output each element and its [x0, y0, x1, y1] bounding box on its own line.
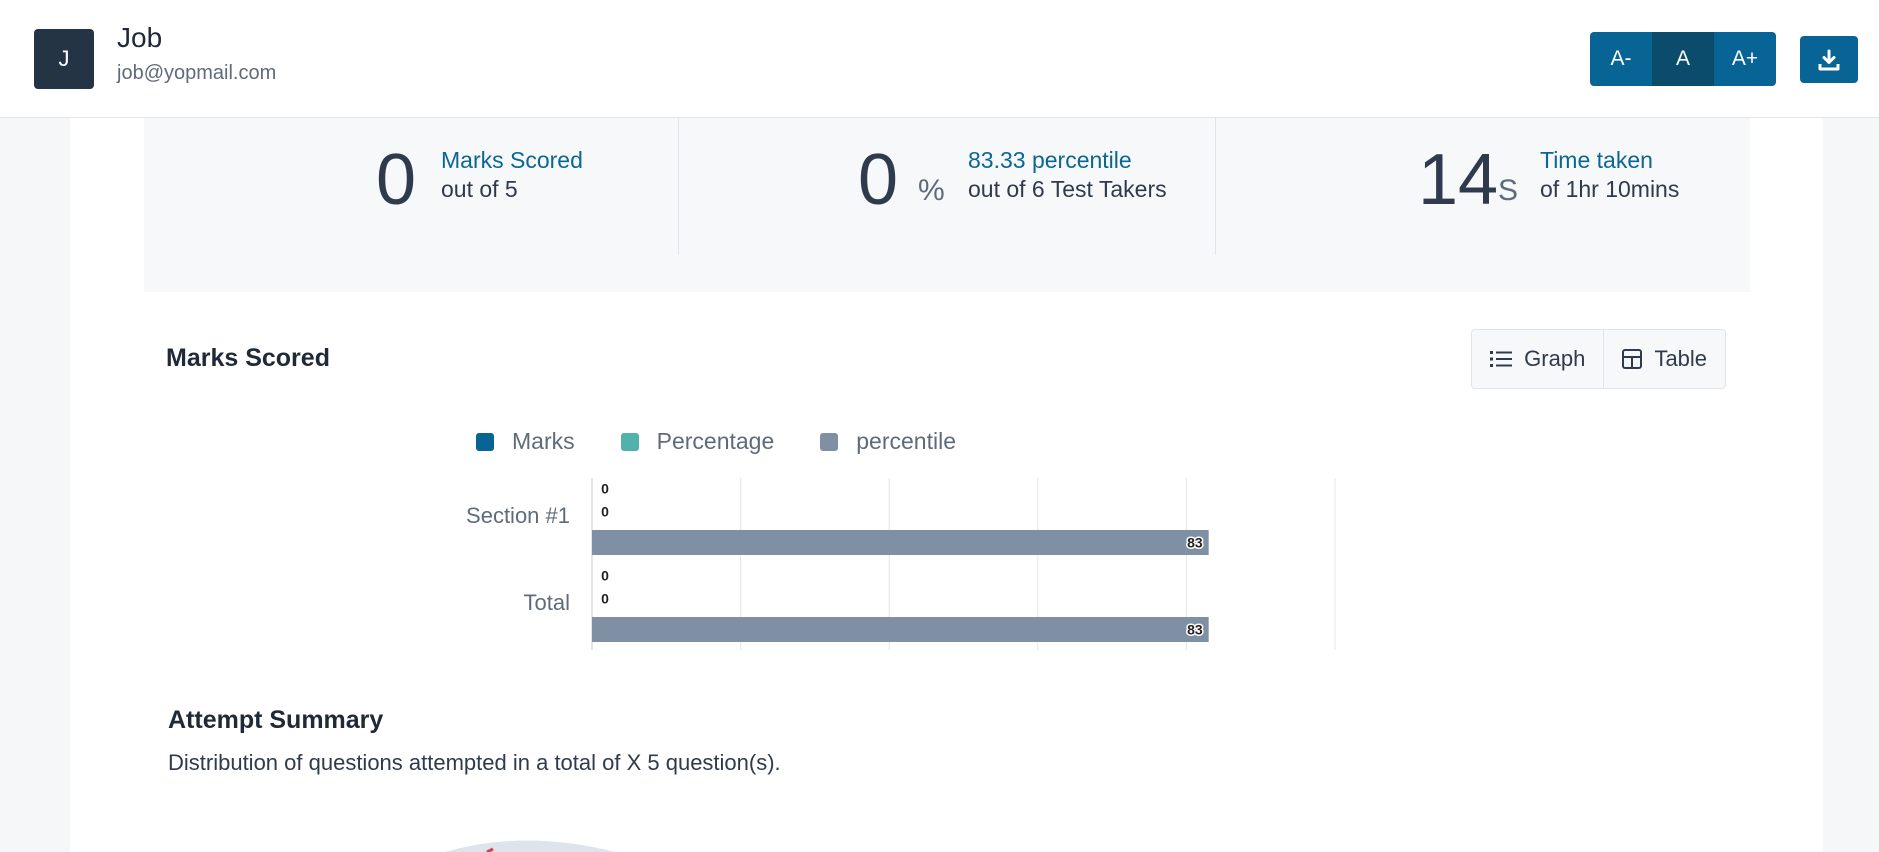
decrease-font-button[interactable]: A-: [1590, 32, 1652, 86]
attempt-donut-chart: [445, 840, 615, 852]
increase-font-button[interactable]: A+: [1714, 32, 1776, 86]
category-label: Section #1: [466, 503, 570, 528]
avatar: J: [34, 29, 94, 89]
data-label: 0: [601, 481, 609, 497]
data-label: 0: [601, 504, 609, 520]
app-header: J Job job@yopmail.com A- A A+: [0, 0, 1879, 118]
bar-percentile-2: [592, 617, 1209, 642]
category-label: Total: [524, 590, 570, 615]
data-label: 83: [1187, 622, 1203, 638]
default-font-button[interactable]: A: [1652, 32, 1714, 86]
marks-bar-chart: 0 0 83 Section #1 0 0 83 Total: [466, 478, 1336, 650]
attempt-summary-title: Attempt Summary: [168, 706, 384, 734]
attempt-summary-description: Distribution of questions attempted in a…: [168, 750, 781, 775]
data-label: 83: [1187, 535, 1203, 551]
bar-percentile-1: [592, 530, 1209, 555]
donut-segment: [445, 840, 615, 852]
font-size-controls: A- A A+: [1590, 32, 1776, 86]
data-label: 0: [601, 591, 609, 607]
download-icon: [1818, 49, 1840, 70]
download-button[interactable]: [1800, 36, 1858, 83]
report-card: 0 Marks Scored out of 5 0 % 83.33 percen…: [70, 118, 1823, 852]
user-name: Job: [117, 22, 163, 53]
data-label: 0: [601, 568, 609, 584]
user-email: job@yopmail.com: [117, 62, 277, 84]
